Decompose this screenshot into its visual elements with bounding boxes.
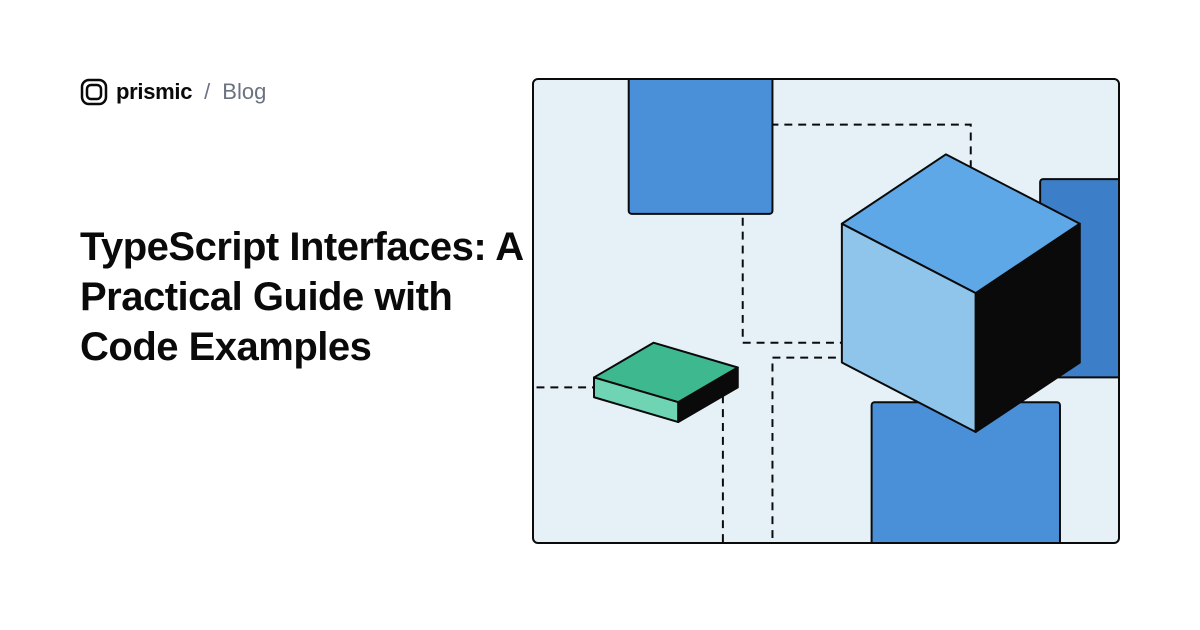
decorative-illustration (532, 78, 1120, 544)
section-name: Blog (222, 79, 266, 105)
page-title: TypeScript Interfaces: A Practical Guide… (80, 222, 560, 372)
breadcrumb-separator: / (204, 79, 210, 105)
header: prismic / Blog (80, 78, 266, 106)
brand-name: prismic (116, 79, 192, 105)
prismic-logo-icon (80, 78, 108, 106)
